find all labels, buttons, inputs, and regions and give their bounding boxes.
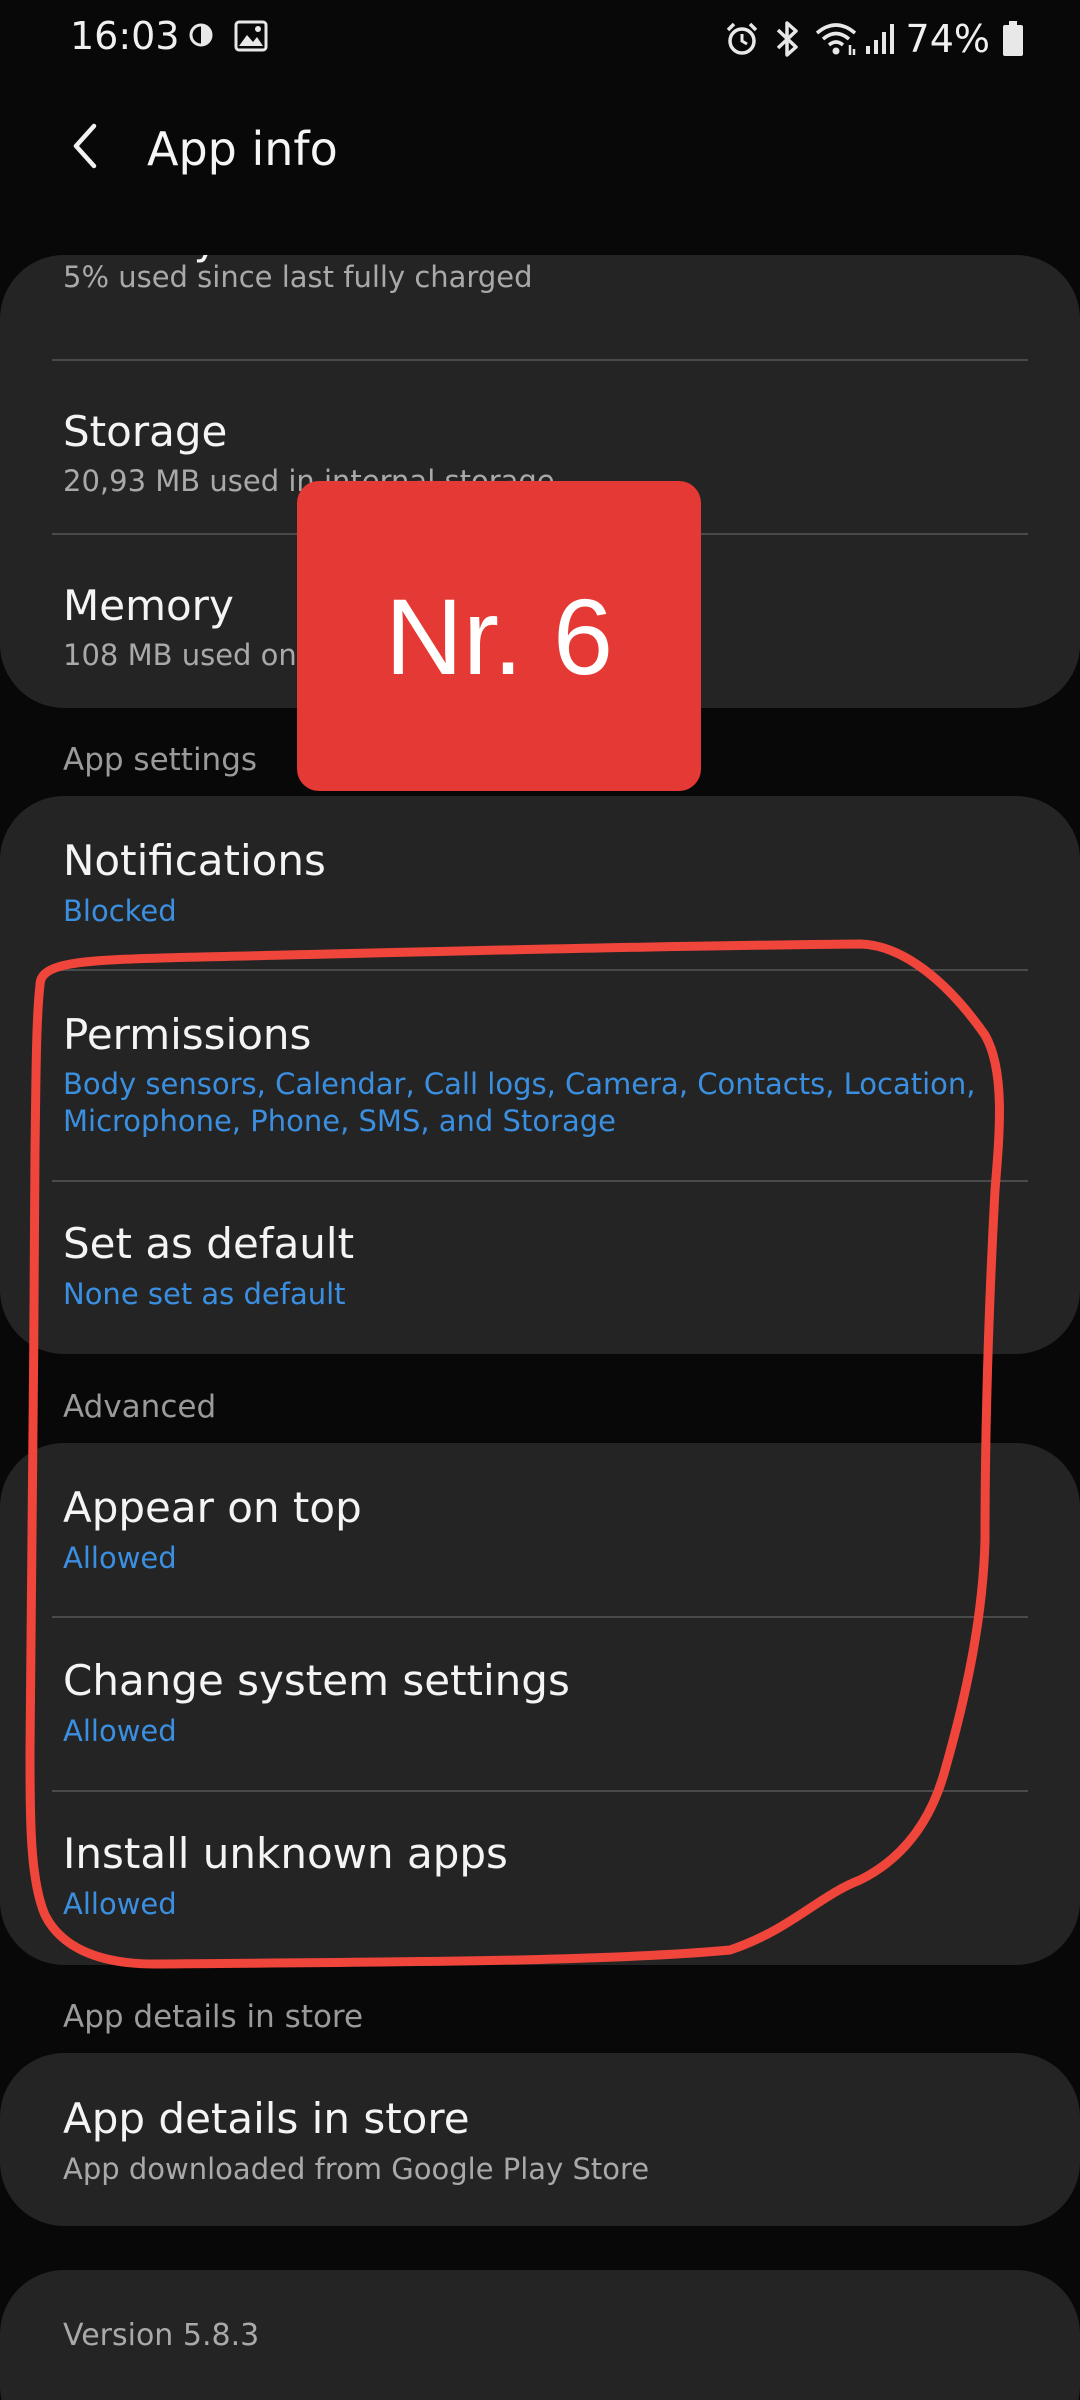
install-unknown-apps-title: Install unknown apps: [63, 1829, 508, 1878]
store-card: App details in store App downloaded from…: [0, 2053, 1080, 2226]
appear-on-top-title: Appear on top: [63, 1483, 362, 1532]
section-label-store: App details in store: [63, 1999, 364, 2035]
set-as-default-subtitle: None set as default: [63, 1277, 346, 1311]
wifi-icon: [814, 21, 858, 57]
alarm-icon: [724, 21, 760, 57]
section-label-app-settings: App settings: [63, 742, 258, 778]
permissions-row[interactable]: Permissions Body sensors, Calendar, Call…: [0, 971, 1080, 1179]
back-button[interactable]: [52, 114, 116, 178]
permissions-subtitle-line1: Body sensors, Calendar, Call logs, Camer…: [63, 1067, 976, 1101]
image-icon: [234, 20, 268, 56]
appear-on-top-subtitle: Allowed: [63, 1541, 177, 1575]
set-as-default-title: Set as default: [63, 1219, 355, 1268]
bluetooth-icon: [774, 20, 800, 58]
battery-subtitle: 5% used since last fully charged: [63, 260, 533, 294]
status-bar: 16:03 74%: [0, 0, 1080, 80]
number-badge: Nr. 6: [297, 481, 701, 791]
advanced-card: Appear on top Allowed Change system sett…: [0, 1443, 1080, 1965]
app-info-screen: 16:03 74% App info 5% used since last fu…: [0, 0, 1080, 2400]
status-icons: 74%: [724, 14, 1024, 64]
chevron-left-icon: [73, 123, 97, 169]
signal-icon: [864, 22, 896, 56]
app-details-in-store-row[interactable]: App details in store App downloaded from…: [0, 2053, 1080, 2226]
version-card: Version 5.8.3: [0, 2270, 1080, 2400]
app-bar: App info: [0, 110, 1080, 190]
install-unknown-apps-subtitle: Allowed: [63, 1887, 177, 1921]
change-system-settings-subtitle: Allowed: [63, 1714, 177, 1748]
number-badge-label: Nr. 6: [384, 575, 614, 697]
app-settings-card: Notifications Blocked Permissions Body s…: [0, 796, 1080, 1354]
permissions-subtitle-line2: Microphone, Phone, SMS, and Storage: [63, 1104, 617, 1138]
app-details-in-store-title: App details in store: [63, 2094, 470, 2143]
notifications-subtitle: Blocked: [63, 894, 177, 928]
notifications-row[interactable]: Notifications Blocked: [0, 796, 1080, 970]
battery-percent: 74%: [905, 17, 990, 61]
change-system-settings-row[interactable]: Change system settings Allowed: [0, 1618, 1080, 1790]
set-as-default-row[interactable]: Set as default None set as default: [0, 1182, 1080, 1354]
app-details-in-store-subtitle: App downloaded from Google Play Store: [63, 2152, 650, 2186]
notifications-title: Notifications: [63, 836, 326, 885]
status-time: 16:03: [70, 14, 180, 58]
memory-title: Memory: [63, 581, 234, 630]
page-title: App info: [147, 122, 338, 176]
version-text: Version 5.8.3: [63, 2318, 260, 2353]
section-label-advanced: Advanced: [63, 1389, 217, 1425]
battery-row[interactable]: Battery 5% used since last fully charged: [0, 255, 1080, 350]
permissions-title: Permissions: [63, 1010, 312, 1059]
battery-icon: [1002, 21, 1024, 57]
storage-title: Storage: [63, 407, 228, 456]
appear-on-top-row[interactable]: Appear on top Allowed: [0, 1443, 1080, 1617]
change-system-settings-title: Change system settings: [63, 1656, 570, 1705]
install-unknown-apps-row[interactable]: Install unknown apps Allowed: [0, 1792, 1080, 1965]
brightness-half-icon: [188, 22, 214, 52]
